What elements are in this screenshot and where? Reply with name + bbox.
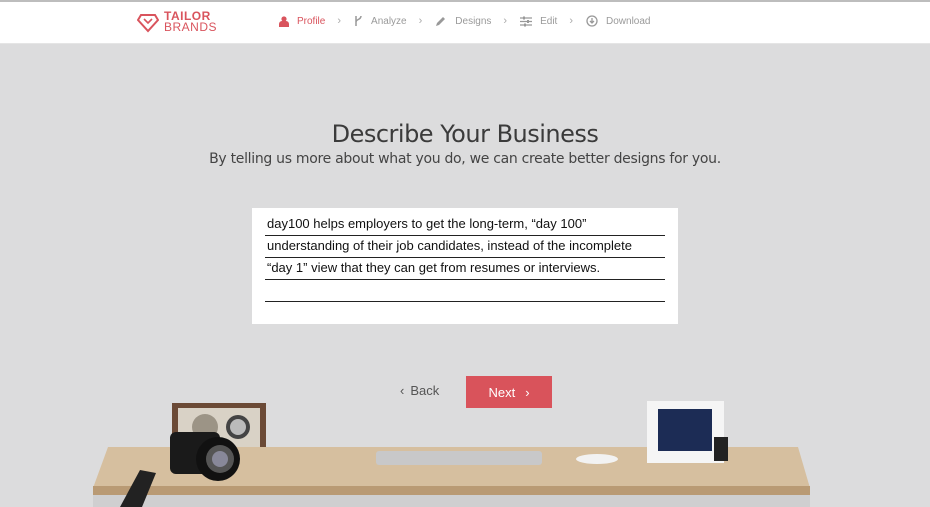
step-label: Analyze	[371, 15, 407, 27]
description-line[interactable]: “day 1” view that they can get from resu…	[265, 258, 665, 280]
step-label: Profile	[297, 15, 326, 27]
pencil-icon	[436, 17, 446, 26]
step-profile[interactable]: Profile	[279, 16, 325, 27]
chevron-right-icon: ›	[337, 15, 342, 27]
laptop-image	[376, 451, 542, 465]
step-analyze[interactable]: Analyze	[354, 15, 407, 27]
description-textarea[interactable]: day100 helps employers to get the long-t…	[252, 208, 678, 324]
step-label: Edit	[540, 15, 558, 27]
logo-icon	[137, 14, 159, 33]
header: TAILOR BRANDS Profile › Analyze › Designs…	[0, 2, 930, 44]
sliders-icon	[520, 16, 533, 26]
description-line[interactable]	[265, 280, 665, 302]
user-icon	[279, 15, 289, 27]
step-label: Download	[606, 15, 651, 27]
fork-icon	[355, 15, 362, 26]
step-label: Designs	[455, 15, 492, 27]
chevron-right-icon: ›	[503, 15, 508, 27]
description-line[interactable]: day100 helps employers to get the long-t…	[265, 214, 665, 236]
page-title: Describe Your Business	[331, 120, 599, 148]
desk-illustration	[93, 401, 810, 507]
progress-steps: Profile › Analyze › Designs › Edit › Dow…	[279, 15, 650, 27]
description-line[interactable]: understanding of their job candidates, i…	[265, 236, 665, 258]
logo-line2: BRANDS	[164, 20, 218, 34]
chevron-right-icon: ›	[569, 15, 573, 27]
mouse-image	[576, 454, 618, 464]
logo[interactable]: TAILOR BRANDS	[137, 10, 218, 34]
chevron-right-icon: ›	[418, 15, 423, 27]
step-download[interactable]: Download	[586, 15, 650, 27]
step-designs[interactable]: Designs	[435, 15, 491, 27]
step-edit[interactable]: Edit	[520, 16, 557, 27]
page-subtitle: By telling us more about what you do, we…	[209, 151, 721, 167]
download-icon	[586, 15, 598, 27]
